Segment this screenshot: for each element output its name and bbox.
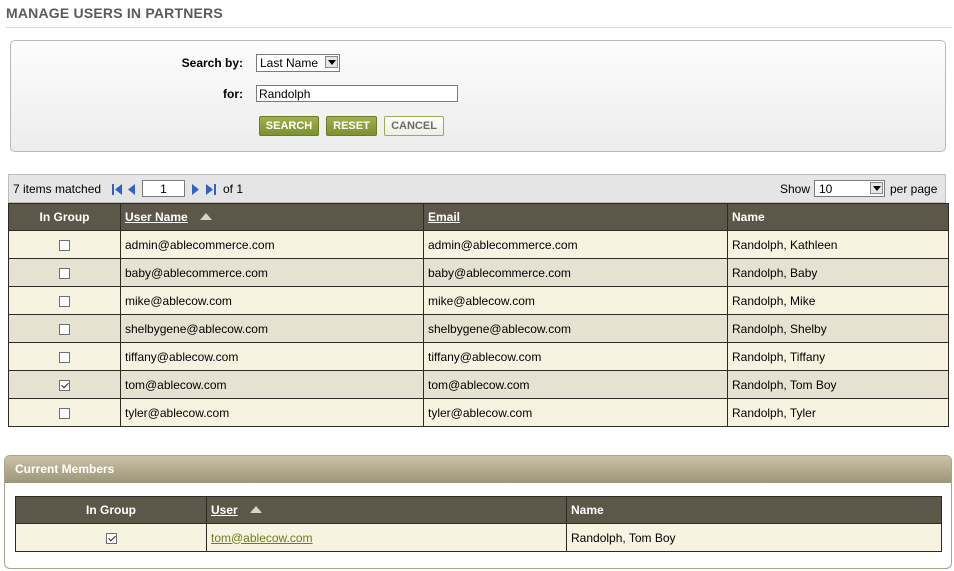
members-in-group-header: In Group (15, 496, 207, 524)
user-name-cell: tom@ablecow.com (120, 370, 424, 399)
name-header: Name (727, 203, 949, 231)
search-by-select[interactable]: Last Name (256, 54, 340, 72)
email-cell: tiffany@ablecow.com (423, 342, 728, 371)
search-button[interactable]: SEARCH (259, 116, 319, 136)
current-members-panel: Current Members In Group User Name tom@a… (4, 455, 952, 569)
search-panel: Search by: Last Name for: SEARCH RESET C… (10, 40, 946, 152)
in-group-checkbox[interactable] (59, 351, 70, 363)
in-group-cell (8, 370, 121, 399)
in-group-checkbox[interactable] (59, 379, 70, 391)
in-group-cell (8, 230, 121, 259)
member-in-group-cell (15, 523, 207, 552)
search-by-label: Search by: (181, 56, 243, 70)
email-cell: baby@ablecommerce.com (423, 258, 728, 287)
member-user-cell: tom@ablecow.com (206, 523, 567, 552)
in-group-checkbox[interactable] (59, 407, 70, 419)
user-name-cell: baby@ablecommerce.com (120, 258, 424, 287)
reset-button[interactable]: RESET (326, 116, 377, 136)
last-page-icon[interactable] (205, 184, 216, 195)
in-group-cell (8, 342, 121, 371)
users-table-header: In Group User Name Email Name (8, 203, 949, 231)
member-row: tom@ablecow.com Randolph, Tom Boy (15, 523, 942, 552)
dropdown-arrow-icon[interactable] (870, 182, 883, 194)
in-group-checkbox[interactable] (59, 267, 70, 279)
search-by-value: Last Name (260, 56, 319, 70)
next-page-icon[interactable] (190, 184, 201, 195)
user-name-cell: tyler@ablecow.com (120, 398, 424, 427)
email-cell: tom@ablecow.com (423, 370, 728, 399)
pager-bar: 7 items matched of 1 Show 10 per page (8, 174, 946, 203)
name-cell: Randolph, Shelby (727, 314, 949, 343)
page-size-select[interactable]: 10 (814, 180, 885, 197)
items-matched-text: 7 items matched (13, 182, 102, 196)
user-name-cell: tiffany@ablecow.com (120, 342, 424, 371)
users-table: In Group User Name Email Name admin@able… (8, 203, 949, 427)
name-cell: Randolph, Tyler (727, 398, 949, 427)
in-group-checkbox[interactable] (59, 295, 70, 307)
members-name-header: Name (566, 496, 942, 524)
user-name-header[interactable]: User Name (120, 203, 424, 231)
name-cell: Randolph, Kathleen (727, 230, 949, 259)
in-group-checkbox[interactable] (59, 239, 70, 251)
first-page-icon[interactable] (112, 184, 123, 195)
member-in-group-checkbox[interactable] (105, 532, 117, 544)
email-header[interactable]: Email (423, 203, 728, 231)
user-name-cell: mike@ablecow.com (120, 286, 424, 315)
page-size-value: 10 (819, 182, 833, 196)
user-name-cell: admin@ablecommerce.com (120, 230, 424, 259)
members-table: In Group User Name tom@ablecow.com Randol… (15, 496, 942, 552)
in-group-checkbox[interactable] (59, 323, 70, 335)
current-members-title: Current Members (5, 456, 951, 483)
member-user-link[interactable]: tom@ablecow.com (211, 531, 313, 545)
show-label: Show (780, 182, 811, 196)
sort-ascending-icon (199, 213, 212, 220)
email-cell: admin@ablecommerce.com (423, 230, 728, 259)
in-group-cell (8, 286, 121, 315)
table-row: tom@ablecow.com tom@ablecow.com Randolph, … (8, 370, 949, 399)
title-divider (6, 27, 952, 28)
name-cell: Randolph, Mike (727, 286, 949, 315)
in-group-cell (8, 258, 121, 287)
table-row: admin@ablecommerce.com admin@ablecommerce… (8, 230, 949, 259)
table-row: tiffany@ablecow.com tiffany@ablecow.com Ra… (8, 342, 949, 371)
in-group-cell (8, 314, 121, 343)
email-cell: mike@ablecow.com (423, 286, 728, 315)
cancel-button[interactable]: CANCEL (384, 116, 444, 136)
name-cell: Randolph, Baby (727, 258, 949, 287)
in-group-cell (8, 398, 121, 427)
sort-ascending-icon (249, 506, 262, 513)
name-cell: Randolph, Tiffany (727, 342, 949, 371)
email-cell: shelbygene@ablecow.com (423, 314, 728, 343)
user-name-sort-link[interactable]: User Name (125, 210, 188, 224)
search-text-input[interactable] (256, 85, 458, 102)
table-row: baby@ablecommerce.com baby@ablecommerce.c… (8, 258, 949, 287)
name-cell: Randolph, Tom Boy (727, 370, 949, 399)
page-count-text: of 1 (223, 182, 244, 196)
for-label: for: (223, 87, 243, 101)
table-row: tyler@ablecow.com tyler@ablecow.com Randol… (8, 398, 949, 427)
dropdown-arrow-icon[interactable] (325, 56, 338, 68)
table-row: shelbygene@ablecow.com shelbygene@ablecow… (8, 314, 949, 343)
members-user-sort-link[interactable]: User (211, 503, 238, 517)
email-cell: tyler@ablecow.com (423, 398, 728, 427)
per-page-label: per page (890, 182, 938, 196)
page-number-input[interactable] (142, 180, 185, 197)
table-row: mike@ablecow.com mike@ablecow.com Randolph… (8, 286, 949, 315)
in-group-header: In Group (8, 203, 121, 231)
email-sort-link[interactable]: Email (428, 210, 460, 224)
user-name-cell: shelbygene@ablecow.com (120, 314, 424, 343)
page-title: MANAGE USERS IN PARTNERS (6, 5, 223, 21)
member-name-cell: Randolph, Tom Boy (566, 523, 942, 552)
members-user-header[interactable]: User (206, 496, 567, 524)
members-table-header: In Group User Name (15, 496, 942, 524)
prev-page-icon[interactable] (127, 184, 138, 195)
